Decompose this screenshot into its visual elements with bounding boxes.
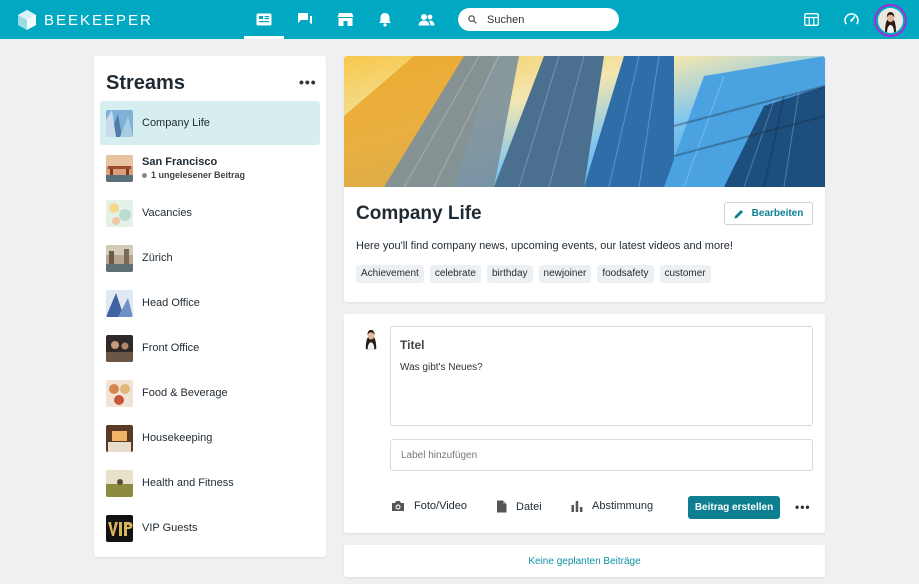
edit-stream-button[interactable]: Bearbeiten [724,202,813,225]
stream-label: Front Office [142,342,200,354]
stream-thumbnail [106,469,133,497]
nav-app-grid[interactable] [791,0,831,39]
stream-thumbnail [106,424,133,452]
nav-notifications[interactable] [365,0,405,39]
tag-chip[interactable]: celebrate [429,265,481,283]
unread-count-text: 1 ungelesener Beitrag [151,170,246,180]
post-title-placeholder[interactable]: Titel [400,338,424,352]
search-bar[interactable] [458,8,619,31]
beekeeper-logo-icon [18,10,36,30]
stream-thumbnail [106,244,133,272]
chat-bubbles-icon [297,13,312,25]
streams-panel: Streams ••• Company Life San Francisco 1… [94,56,326,557]
stream-tags: Achievement celebrate birthday newjoiner… [356,265,711,283]
label-input[interactable] [390,439,813,471]
tag-chip[interactable]: newjoiner [538,265,592,283]
stream-item-company-life[interactable]: Company Life [100,101,320,145]
camera-icon [392,501,404,511]
app-grid-icon [803,13,819,26]
stream-item-health-fitness[interactable]: Health and Fitness [100,461,320,505]
nav-people[interactable] [406,0,446,39]
composer-more-button[interactable]: ••• [795,500,811,514]
scheduled-posts-label: Keine geplanten Beiträge [528,555,641,567]
file-icon [497,500,507,513]
poll-icon [571,501,583,512]
post-text-area[interactable]: Titel Was gibt's Neues? [390,326,813,426]
stream-header-card: Company Life Bearbeiten Here you'll find… [344,56,825,302]
streams-more-button[interactable]: ••• [299,74,317,90]
tag-chip[interactable]: Achievement [356,265,424,283]
nav-news-feed[interactable] [244,0,284,39]
stream-thumbnail [106,109,133,137]
stream-thumbnail [106,199,133,227]
stream-label: Head Office [142,297,200,309]
streams-title: Streams [106,72,185,94]
stream-thumbnail [106,514,133,542]
stream-label: Zürich [142,252,173,264]
top-bar: BEEKEEPER [0,0,919,39]
stream-description: Here you'll find company news, upcoming … [356,240,733,252]
stream-label: Company Life [142,117,210,129]
post-composer: Titel Was gibt's Neues? Foto/Video Datei… [344,314,825,533]
brand-name: BEEKEEPER [44,11,153,29]
tag-chip[interactable]: foodsafety [597,265,654,283]
create-post-button[interactable]: Beitrag erstellen [688,496,780,519]
bell-icon [379,13,391,27]
stream-item-zurich[interactable]: Zürich [100,236,320,280]
dashboard-gauge-icon [843,13,859,25]
people-icon [418,14,434,26]
file-label: Datei [516,500,542,513]
search-input[interactable] [487,13,597,26]
stream-label: Food & Beverage [142,387,228,399]
stream-item-housekeeping[interactable]: Housekeeping [100,416,320,460]
photo-video-button[interactable]: Foto/Video [391,500,467,512]
store-icon [337,13,353,26]
edit-stream-label: Bearbeiten [751,208,804,219]
post-body-placeholder[interactable]: Was gibt's Neues? [400,362,483,373]
stream-item-vacancies[interactable]: Vacancies [100,191,320,235]
file-button[interactable]: Datei [496,500,542,513]
stream-thumbnail [106,334,133,362]
nav-shop[interactable] [325,0,365,39]
stream-item-food-beverage[interactable]: Food & Beverage [100,371,320,415]
user-avatar[interactable] [874,4,907,37]
search-icon [468,15,477,24]
stream-label: Health and Fitness [142,477,234,489]
composer-avatar [359,326,383,350]
stream-item-front-office[interactable]: Front Office [100,326,320,370]
stream-item-vip-guests[interactable]: VIP Guests [100,506,320,550]
unread-indicator: 1 ungelesener Beitrag [142,170,245,180]
user-photo [878,8,903,33]
stream-label: Housekeeping [142,432,213,444]
newspaper-icon [256,13,272,26]
nav-dashboard[interactable] [831,0,871,39]
stream-title: Company Life [356,203,482,224]
poll-label: Abstimmung [592,500,654,512]
person-portrait-icon [878,8,903,33]
nav-chats[interactable] [285,0,325,39]
tag-chip[interactable]: birthday [486,265,533,283]
poll-button[interactable]: Abstimmung [571,500,653,512]
stream-thumbnail [106,154,133,182]
stream-label: Vacancies [142,207,192,219]
person-portrait-icon [359,326,383,350]
scheduled-posts-link[interactable]: Keine geplanten Beiträge [344,545,825,577]
stream-label: VIP Guests [142,522,198,534]
stream-thumbnail [106,379,133,407]
unread-dot-icon [142,172,147,178]
tag-chip[interactable]: customer [659,265,711,283]
cover-image [344,56,825,187]
brand-logo[interactable]: BEEKEEPER [18,9,153,31]
photo-video-label: Foto/Video [414,500,468,512]
pencil-icon [734,209,743,218]
stream-label: San Francisco [142,156,218,168]
stream-thumbnail [106,289,133,317]
stream-item-head-office[interactable]: Head Office [100,281,320,325]
stream-item-san-francisco[interactable]: San Francisco 1 ungelesener Beitrag [100,146,320,190]
